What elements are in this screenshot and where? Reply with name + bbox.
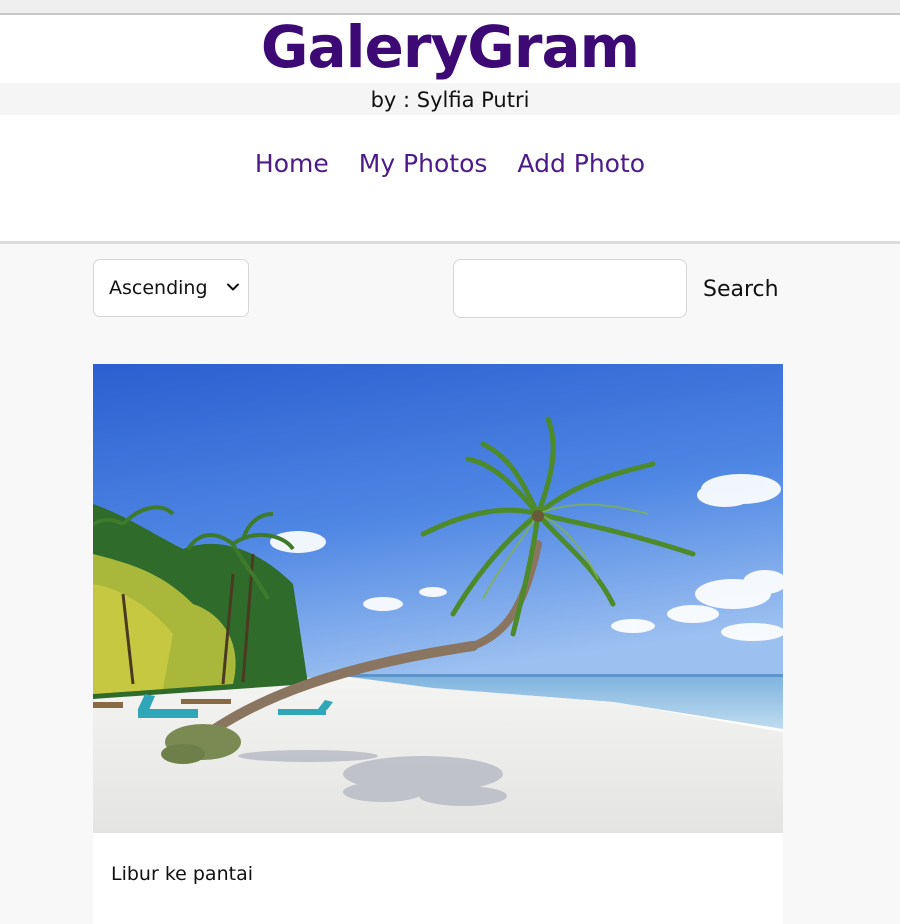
top-strip [0,0,900,13]
nav-add-photo-link[interactable]: Add Photo [517,146,645,182]
sort-order-select[interactable]: Ascending [93,259,249,317]
sort-order-value: Ascending [109,277,208,299]
beach-palm-tree-image [93,364,783,833]
byline: by : Sylfia Putri [370,88,530,112]
nav-my-photos-link[interactable]: My Photos [359,146,488,182]
nav-home-link[interactable]: Home [255,146,329,182]
photo-image[interactable] [93,364,783,833]
photo-caption: Libur ke pantai [111,863,253,885]
search-button[interactable]: Search [697,272,785,308]
main-nav: Home My Photos Add Photo [0,146,900,182]
site-title: GaleryGram [260,13,640,81]
photo-card[interactable]: Libur ke pantai [93,364,783,924]
chevron-down-icon [227,283,239,291]
nav-divider [0,241,900,244]
search-input[interactable] [453,259,687,318]
